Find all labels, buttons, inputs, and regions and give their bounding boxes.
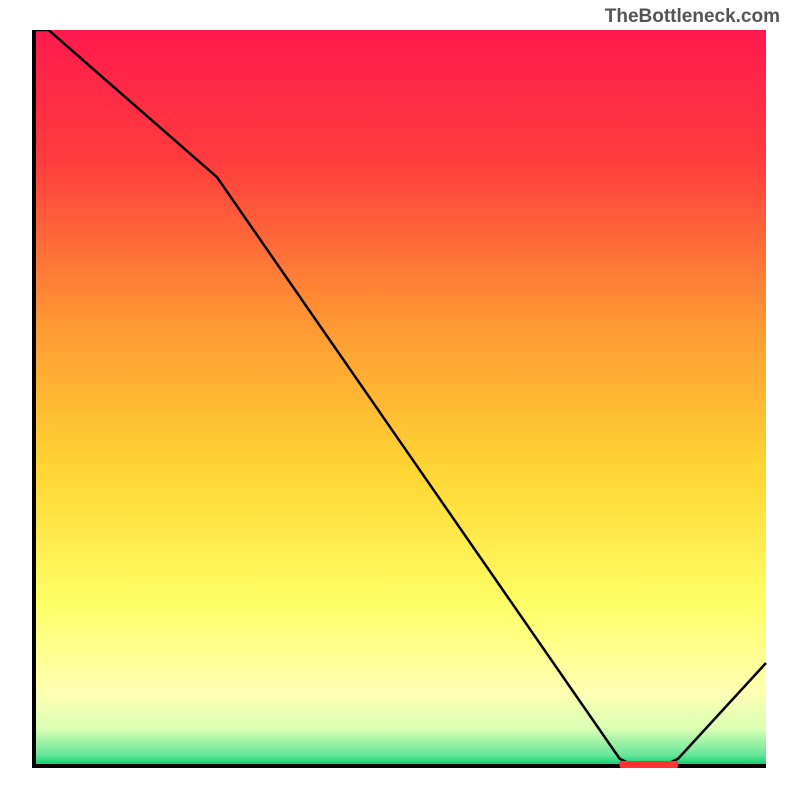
bottleneck-chart [30,30,770,770]
watermark-text: TheBottleneck.com [605,6,780,28]
optimal-marker [620,761,679,768]
gradient-background [34,30,766,766]
